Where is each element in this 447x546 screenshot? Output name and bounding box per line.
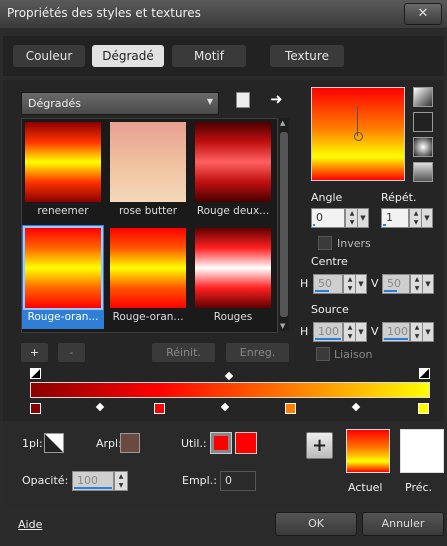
window-title: Propriétés des styles et textures <box>7 6 201 20</box>
source-h-dropdown[interactable]: ▼ <box>355 322 367 342</box>
location-label: Empl.: <box>182 474 217 487</box>
gradient-thumbnail <box>195 122 271 202</box>
scroll-thumb[interactable] <box>280 132 288 317</box>
centre-label: Centre <box>311 255 348 268</box>
util-label: Util.: <box>181 437 207 450</box>
dropdown-value: Dégradés <box>28 97 81 110</box>
remove-gradient-button[interactable]: - <box>58 343 85 362</box>
gradient-item[interactable]: Rouge-oran... <box>22 225 104 329</box>
repeat-label: Répét. <box>381 191 417 204</box>
arrow-right-icon[interactable]: ➜ <box>270 90 283 108</box>
add-gradient-button[interactable]: + <box>21 343 48 362</box>
arpl-label: Arpl: <box>96 437 122 450</box>
repeat-dropdown[interactable]: ▼ <box>421 208 433 228</box>
stop-color-swatch[interactable] <box>235 432 257 454</box>
sunburst-style-icon[interactable] <box>413 162 433 182</box>
invert-label: Invers <box>337 237 371 250</box>
repeat-input[interactable]: 1 <box>381 208 409 228</box>
scroll-down-icon[interactable]: ▼ <box>280 322 285 330</box>
document-icon[interactable] <box>236 92 250 108</box>
gradient-thumbnail <box>110 228 186 308</box>
link-label: Liaison <box>334 348 373 361</box>
centre-h-dropdown[interactable]: ▼ <box>355 274 367 294</box>
gradient-item[interactable]: Rouges <box>192 225 274 329</box>
close-button[interactable]: ✕ <box>404 3 442 25</box>
gradient-ramp[interactable] <box>30 382 430 398</box>
foreground-stop-icon[interactable] <box>44 433 64 453</box>
angle-label: Angle <box>311 191 343 204</box>
rectangular-style-icon[interactable] <box>413 112 433 132</box>
source-h-input[interactable]: 100 <box>313 322 343 342</box>
source-label: Source <box>311 303 349 316</box>
ok-button[interactable]: OK <box>275 512 357 536</box>
gradient-name: Rouge-oran... <box>112 311 184 323</box>
tab-texture[interactable]: Texture <box>270 45 344 67</box>
centre-v-label: V <box>371 277 379 290</box>
gradient-preview[interactable] <box>311 87 405 181</box>
scroll-up-icon[interactable]: ▲ <box>280 119 285 127</box>
gradient-item[interactable]: Rouge-oran... <box>107 225 189 329</box>
opacity-spinner[interactable]: ▲ ▼ <box>114 471 128 491</box>
source-v-dropdown[interactable]: ▼ <box>422 322 434 342</box>
gradient-thumbnail <box>195 228 271 308</box>
centre-v-input[interactable]: 50 <box>382 274 410 294</box>
reset-button[interactable]: Réinit. <box>152 343 215 362</box>
add-to-swatches-button[interactable]: + <box>306 432 333 459</box>
invert-checkbox[interactable] <box>318 236 332 250</box>
tab-degrade[interactable]: Dégradé <box>92 45 164 67</box>
gradient-thumbnail <box>110 122 186 202</box>
gradient-item[interactable]: reneemer <box>22 119 104 223</box>
gradient-item[interactable]: rose butter <box>107 119 189 223</box>
gradient-name: Rouge deux... <box>196 205 270 217</box>
chevron-down-icon: ▼ <box>206 97 213 106</box>
cancel-button[interactable]: Annuler <box>362 512 444 536</box>
color-stop[interactable] <box>154 403 165 414</box>
gradient-category-dropdown[interactable]: Dégradés ▼ <box>21 92 219 115</box>
centre-h-label: H <box>300 277 309 290</box>
linear-style-icon[interactable] <box>413 87 433 107</box>
gradient-item[interactable]: Rouge deux... <box>192 119 274 223</box>
radial-style-icon[interactable] <box>413 137 433 157</box>
gradient-name: reneemer <box>37 205 89 217</box>
location-input[interactable]: 0 <box>220 471 256 491</box>
gradient-list-scrollbar[interactable]: ▲ ▼ <box>279 118 289 331</box>
help-link[interactable]: Aide <box>18 518 42 531</box>
angle-input[interactable]: 0 <box>311 208 345 228</box>
source-v-label: V <box>371 325 379 338</box>
gradient-name: Rouge-oran... <box>27 311 99 323</box>
opacity-input[interactable]: 100 <box>72 471 114 491</box>
color-stops-row <box>30 402 429 414</box>
centre-h-input[interactable]: 50 <box>313 274 343 294</box>
angle-dropdown[interactable]: ▼ <box>357 208 369 228</box>
previous-swatch[interactable] <box>400 429 444 473</box>
gradient-name: Rouges <box>213 311 253 323</box>
source-v-input[interactable]: 100 <box>382 322 410 342</box>
current-swatch[interactable] <box>346 429 390 473</box>
color-midpoint[interactable] <box>220 402 230 412</box>
opl-label: 1pl: <box>22 437 43 450</box>
opacity-stop-left[interactable] <box>30 368 41 379</box>
gradient-grid: reneemer rose butter Rouge deux... Rouge-or… <box>22 119 277 331</box>
background-stop-icon[interactable] <box>120 433 140 453</box>
previous-label: Préc. <box>405 481 433 494</box>
gradient-thumbnail <box>25 122 101 202</box>
opacity-stop-right[interactable] <box>419 368 430 379</box>
opacity-label: Opacité: <box>22 474 69 487</box>
color-midpoint[interactable] <box>95 402 105 412</box>
save-gradient-button[interactable]: Enreg. <box>226 343 289 362</box>
color-midpoint[interactable] <box>351 402 361 412</box>
color-stop[interactable] <box>418 403 429 414</box>
gradient-name: rose butter <box>118 205 178 217</box>
current-label: Actuel <box>348 481 383 494</box>
centre-v-dropdown[interactable]: ▼ <box>422 274 434 294</box>
color-stop[interactable] <box>285 403 296 414</box>
color-stop[interactable] <box>30 403 41 414</box>
user-color-slot[interactable] <box>210 432 232 454</box>
tab-motif[interactable]: Motif <box>172 45 246 67</box>
center-handle[interactable] <box>354 132 363 141</box>
gradient-thumbnail <box>23 226 103 310</box>
link-checkbox[interactable] <box>316 347 330 361</box>
tab-couleur[interactable]: Couleur <box>13 45 85 67</box>
source-h-label: H <box>300 325 309 338</box>
